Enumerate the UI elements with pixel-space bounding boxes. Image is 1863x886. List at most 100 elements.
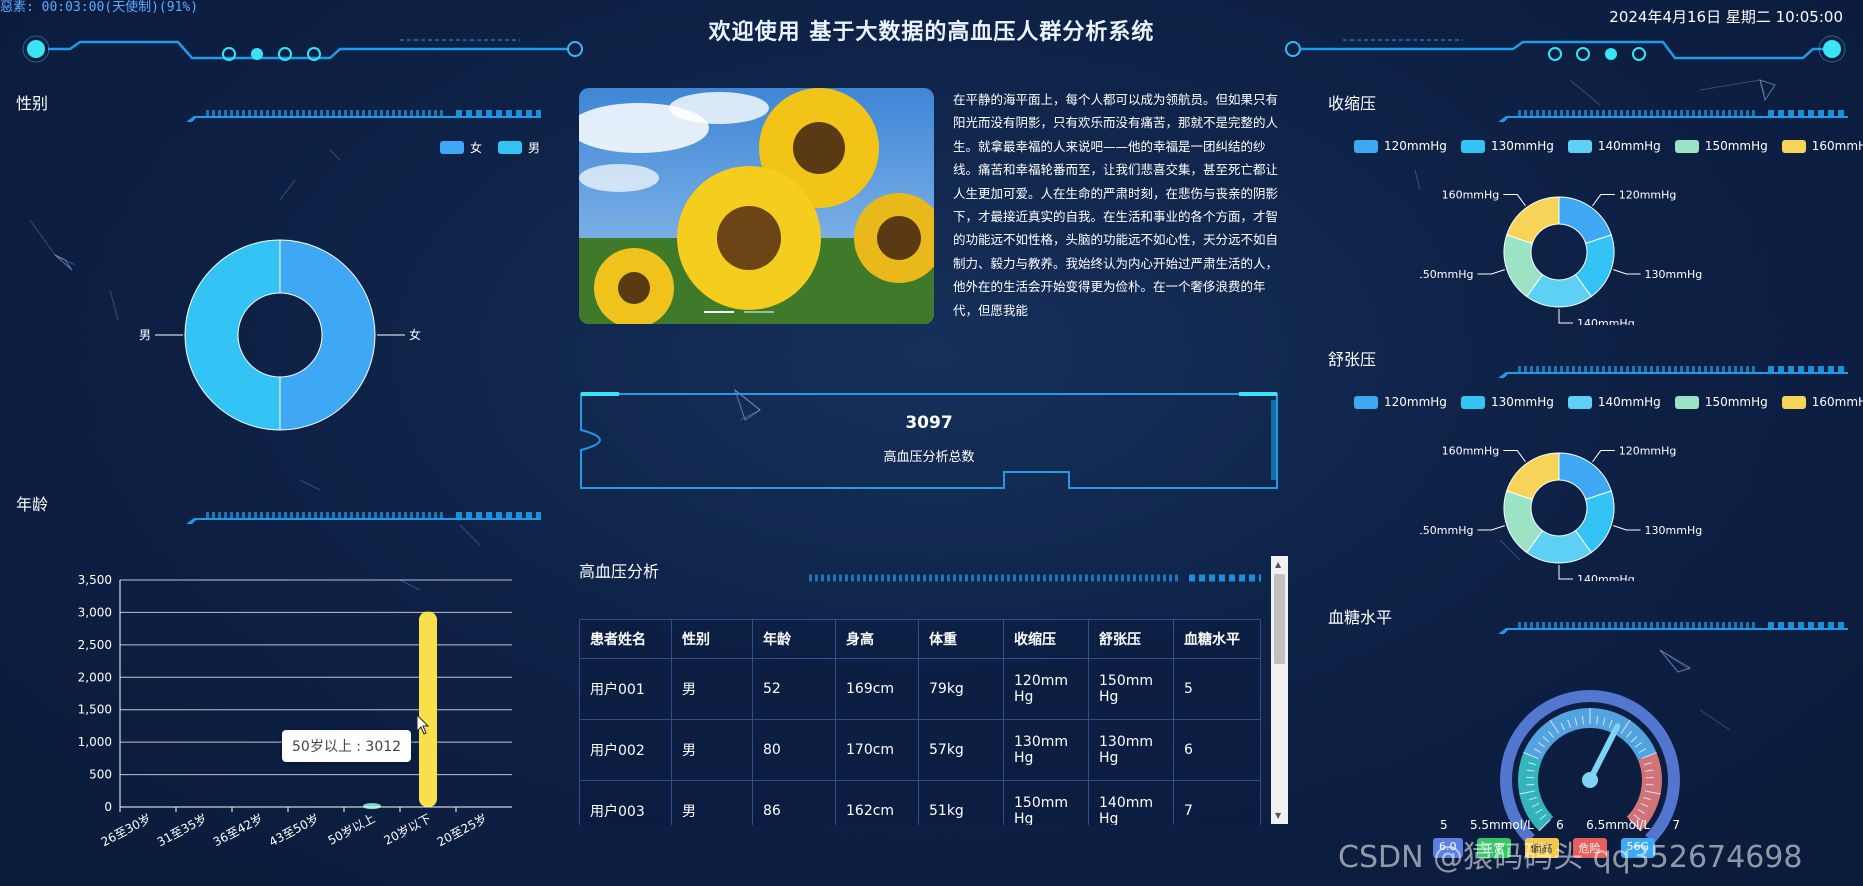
legend-item[interactable]: 140mmHg xyxy=(1567,395,1661,409)
cell-systolic: 120mmHg xyxy=(1003,658,1089,720)
cell-glucose: 6 xyxy=(1173,719,1261,781)
column-header[interactable]: 收缩压 xyxy=(1003,619,1089,659)
label-leader-line xyxy=(1503,450,1526,463)
legend-label: 160mmHg xyxy=(1811,139,1863,153)
sunflower-photo xyxy=(579,88,934,324)
gauge-scale-label: 7 xyxy=(1672,818,1680,832)
table-title-bar xyxy=(809,574,1261,582)
gender-legend: 女 男 xyxy=(440,139,540,156)
y-tick-label: 0 xyxy=(104,800,112,814)
sunflower-image xyxy=(579,88,934,324)
cell-weight: 79kg xyxy=(918,658,1004,720)
legend-label: 女 xyxy=(470,141,483,155)
legend-label: 130mmHg xyxy=(1490,139,1554,153)
legend-item[interactable]: 160mmHg xyxy=(1781,395,1863,409)
donut-slice[interactable] xyxy=(1506,196,1560,244)
bar-tooltip: 50岁以上 : 3012 xyxy=(282,730,412,762)
table-row[interactable]: 用户001 男 52 169cm 79kg 120mmHg 150mmHg 5 xyxy=(579,658,1261,720)
cell-systolic: 130mmHg xyxy=(1003,719,1089,781)
legend-item-female[interactable]: 女 xyxy=(440,139,482,156)
column-header[interactable]: 体重 xyxy=(918,619,1004,659)
legend-label: 150mmHg xyxy=(1704,139,1768,153)
column-header[interactable]: 舒张压 xyxy=(1088,619,1174,659)
legend-swatch xyxy=(1354,395,1378,409)
legend-item[interactable]: 120mmHg xyxy=(1354,395,1447,409)
scroll-down-arrow-icon[interactable]: ▼ xyxy=(1275,811,1281,820)
y-tick-label: 2,500 xyxy=(78,638,112,652)
legend-item[interactable]: 150mmHg xyxy=(1674,139,1768,153)
cell-height: 170cm xyxy=(835,719,919,781)
slice-label: 140mmHg xyxy=(1577,317,1635,325)
legend-label: 130mmHg xyxy=(1490,395,1554,409)
article-text: 在平静的海平面上，每个人都可以成为领航员。但如果只有阳光而没有阴影，只有欢乐而没… xyxy=(953,92,1279,318)
gauge-scale: 5 5.5mmol/L 6 6.5mmol/L 7 xyxy=(1440,818,1680,832)
donut-slice[interactable] xyxy=(184,239,281,431)
systolic-title-bar xyxy=(1328,110,1848,122)
donut-slice[interactable] xyxy=(1558,196,1612,244)
gauge-scale-label: 6.5mmol/L xyxy=(1586,818,1651,832)
y-tick-label: 500 xyxy=(89,768,112,782)
legend-item[interactable]: 150mmHg xyxy=(1674,395,1768,409)
gender-donut-chart: 女男 xyxy=(139,239,421,431)
legend-label: 140mmHg xyxy=(1597,139,1661,153)
cell-gender: 男 xyxy=(671,719,753,781)
gauge-tick xyxy=(1645,783,1654,786)
bar[interactable] xyxy=(419,611,437,807)
cell-gender: 男 xyxy=(671,658,753,720)
column-header[interactable]: 年龄 xyxy=(752,619,836,659)
legend-label: 男 xyxy=(528,141,541,155)
column-header[interactable]: 患者姓名 xyxy=(579,619,672,659)
column-header[interactable]: 性别 xyxy=(671,619,753,659)
mouse-cursor-icon xyxy=(416,714,430,735)
gauge-scale-label: 5.5mmol/L xyxy=(1469,818,1534,832)
systolic-legend: 120mmHg 130mmHg 140mmHg 150mmHg 160mmHg xyxy=(1354,139,1863,153)
legend-item[interactable]: 120mmHg xyxy=(1354,139,1447,153)
legend-item[interactable]: 130mmHg xyxy=(1460,395,1554,409)
diastolic-title-bar xyxy=(1328,366,1848,378)
cell-name: 用户003 xyxy=(579,780,672,825)
header-left-decoration xyxy=(22,35,583,63)
cell-age: 52 xyxy=(752,658,836,720)
column-header[interactable]: 血糖水平 xyxy=(1173,619,1261,659)
table-row[interactable]: 用户002 男 80 170cm 57kg 130mmHg 130mmHg 6 xyxy=(579,719,1261,781)
table-row[interactable]: 用户003 男 86 162cm 51kg 150mmHg 140mmHg 7 xyxy=(579,780,1261,825)
scroll-up-arrow-icon[interactable]: ▲ xyxy=(1275,560,1281,569)
glucose-title-bar xyxy=(1328,622,1848,634)
y-tick-label: 2,000 xyxy=(78,670,112,684)
cell-gender: 男 xyxy=(671,780,753,825)
legend-item-male[interactable]: 男 xyxy=(498,139,540,156)
age-bar-chart: 0 500 1,000 1,500 2,000 2,500 3,000 3,500 26至30岁… xyxy=(78,573,512,849)
x-tick-label: 43至50岁 xyxy=(266,810,321,849)
legend-item[interactable]: 130mmHg xyxy=(1460,139,1554,153)
scrollbar-thumb[interactable] xyxy=(1274,574,1285,664)
gauge-needle xyxy=(1587,723,1621,783)
legend-item[interactable]: 140mmHg xyxy=(1567,139,1661,153)
donut-slice[interactable] xyxy=(1506,452,1560,500)
gender-title-bar xyxy=(16,110,541,122)
header-right-decoration xyxy=(1285,35,1846,63)
legend-label: 160mmHg xyxy=(1811,395,1863,409)
table-scrollbar[interactable]: ▲ ▼ xyxy=(1271,556,1288,824)
legend-label: 120mmHg xyxy=(1384,395,1447,409)
y-tick-label: 3,000 xyxy=(78,605,112,619)
bar[interactable] xyxy=(363,803,381,810)
table-header-row: 患者姓名 性别 年龄 身高 体重 收缩压 舒张压 血糖水平 xyxy=(579,619,1261,659)
donut-slice[interactable] xyxy=(1558,452,1612,500)
gauge-hub xyxy=(1582,772,1598,788)
cell-name: 用户001 xyxy=(579,658,672,720)
gauge-scale-label: 5 xyxy=(1440,818,1448,832)
donut-slice[interactable] xyxy=(279,239,376,431)
legend-swatch xyxy=(440,141,464,154)
label-leader-line xyxy=(1613,269,1641,275)
total-card-frame xyxy=(580,392,1278,489)
cell-diastolic: 140mmHg xyxy=(1088,780,1174,825)
x-tick-label: 26至30岁 xyxy=(98,810,153,849)
label-leader-line xyxy=(1613,525,1641,531)
datetime: 2024年4月16日 星期二 10:05:00 xyxy=(1609,8,1843,26)
column-header[interactable]: 身高 xyxy=(835,619,919,659)
legend-item[interactable]: 160mmHg xyxy=(1781,139,1863,153)
label-leader-line xyxy=(1503,194,1526,207)
cell-height: 169cm xyxy=(835,658,919,720)
slice-label: 140mmHg xyxy=(1577,573,1635,581)
slice-label: 160mmHg xyxy=(1442,445,1500,458)
